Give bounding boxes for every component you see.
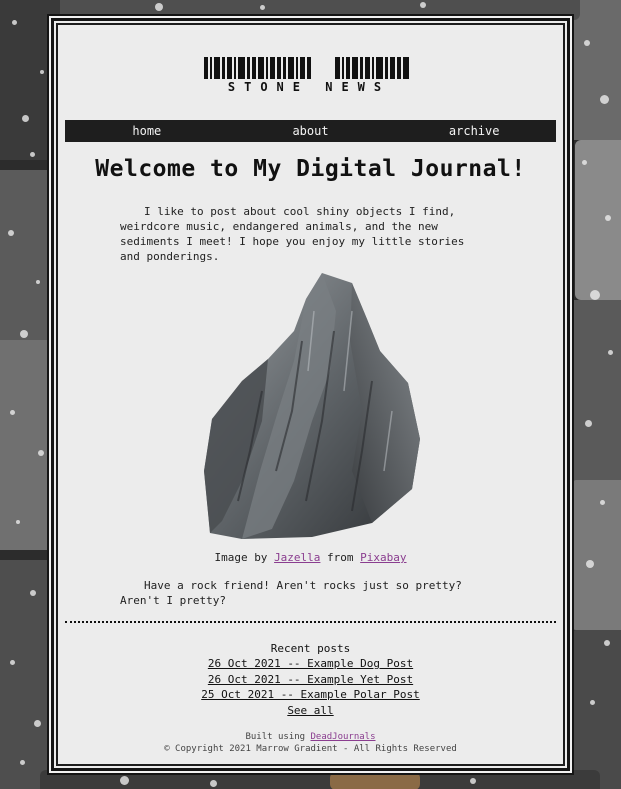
page-frame: STONE NEWS home about archive Welcome to… xyxy=(51,18,570,771)
deadjournals-link[interactable]: DeadJournals xyxy=(311,732,376,742)
recent-post-link[interactable]: 26 Oct 2021 -- Example Dog Post xyxy=(208,657,413,670)
recent-posts-list: 26 Oct 2021 -- Example Dog Post 26 Oct 2… xyxy=(54,656,567,703)
intro-paragraph: I like to post about cool shiny objects … xyxy=(120,205,465,263)
caption-middle: from xyxy=(327,551,354,564)
recent-posts: Recent posts 26 Oct 2021 -- Example Dog … xyxy=(54,641,567,718)
recent-posts-heading: Recent posts xyxy=(270,642,351,655)
copyright-text: © Copyright 2021 Marrow Gradient - All R… xyxy=(164,744,457,754)
caption-author-link[interactable]: Jazella xyxy=(274,551,320,564)
footer: Built using DeadJournals © Copyright 202… xyxy=(54,731,567,755)
main-nav: home about archive xyxy=(65,120,556,142)
nav-about-link[interactable]: about xyxy=(229,124,393,138)
dotted-divider xyxy=(65,621,556,623)
see-all-link[interactable]: See all xyxy=(287,703,333,719)
list-item: 26 Oct 2021 -- Example Yet Post xyxy=(54,672,567,688)
site-logo[interactable]: STONE NEWS xyxy=(204,57,414,97)
barcode-graphic xyxy=(204,57,414,79)
outro-paragraph: Have a rock friend! Aren't rocks just so… xyxy=(120,579,462,607)
caption-prefix: Image by xyxy=(214,551,268,564)
nav-archive-link[interactable]: archive xyxy=(392,124,556,138)
recent-post-link[interactable]: 25 Oct 2021 -- Example Polar Post xyxy=(201,688,420,701)
nav-home-link[interactable]: home xyxy=(65,124,229,138)
image-caption: Image by Jazella from Pixabay xyxy=(54,551,567,564)
recent-post-link[interactable]: 26 Oct 2021 -- Example Yet Post xyxy=(208,673,413,686)
built-using-label: Built using xyxy=(245,732,306,742)
page-title: Welcome to My Digital Journal! xyxy=(95,156,526,182)
built-using-line: Built using DeadJournals xyxy=(54,731,567,743)
list-item: 25 Oct 2021 -- Example Polar Post xyxy=(54,687,567,703)
logo-text: STONE NEWS xyxy=(227,80,391,94)
list-item: 26 Oct 2021 -- Example Dog Post xyxy=(54,656,567,672)
caption-source-link[interactable]: Pixabay xyxy=(360,551,406,564)
rock-image xyxy=(204,273,420,539)
